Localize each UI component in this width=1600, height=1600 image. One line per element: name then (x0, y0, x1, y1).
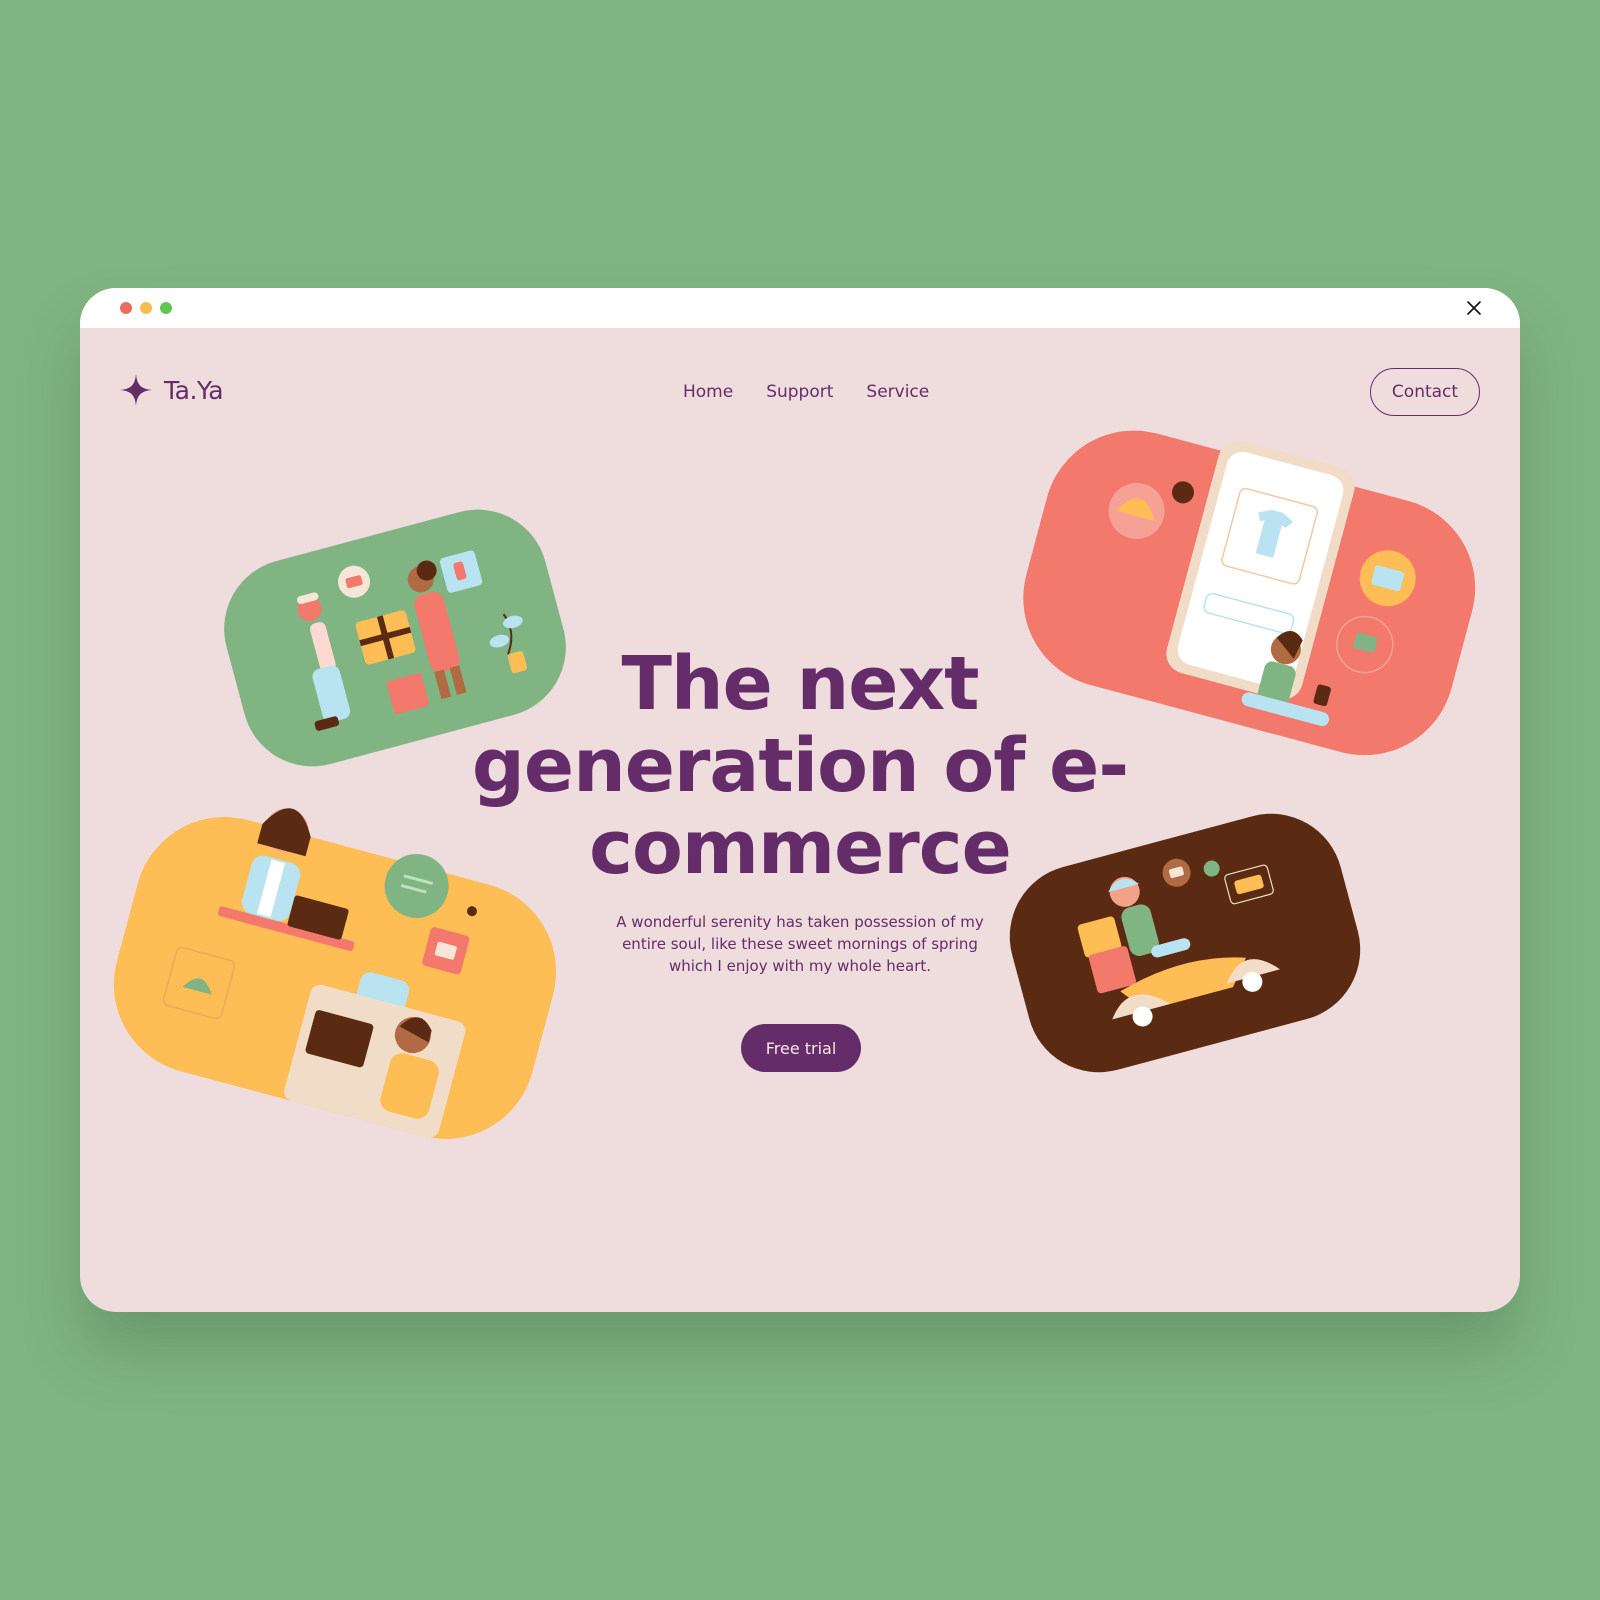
close-dot[interactable] (120, 302, 132, 314)
browser-window: Ta.Ya Home Support Service Contact The n… (80, 288, 1520, 1312)
nav-support[interactable]: Support (766, 382, 833, 402)
minimize-dot[interactable] (140, 302, 152, 314)
logo[interactable]: Ta.Ya (120, 374, 224, 406)
main-nav: Home Support Service (683, 382, 929, 402)
nav-home[interactable]: Home (683, 382, 733, 402)
nav-service[interactable]: Service (866, 382, 929, 402)
hero-title-line-1: The next (621, 641, 979, 727)
hero-subtitle: A wonderful serenity has taken possessio… (616, 913, 984, 975)
free-trial-button[interactable]: Free trial (741, 1024, 861, 1072)
sparkle-star-icon (120, 374, 152, 406)
maximize-dot[interactable] (160, 302, 172, 314)
close-icon[interactable] (1464, 298, 1484, 318)
logo-text: Ta.Ya (164, 375, 224, 405)
hero-title: The next generation of e- commerce (450, 643, 1150, 889)
title-bar (80, 288, 1520, 328)
hero-title-line-2: generation of e- (471, 723, 1129, 809)
hero-title-line-3: commerce (589, 805, 1012, 891)
